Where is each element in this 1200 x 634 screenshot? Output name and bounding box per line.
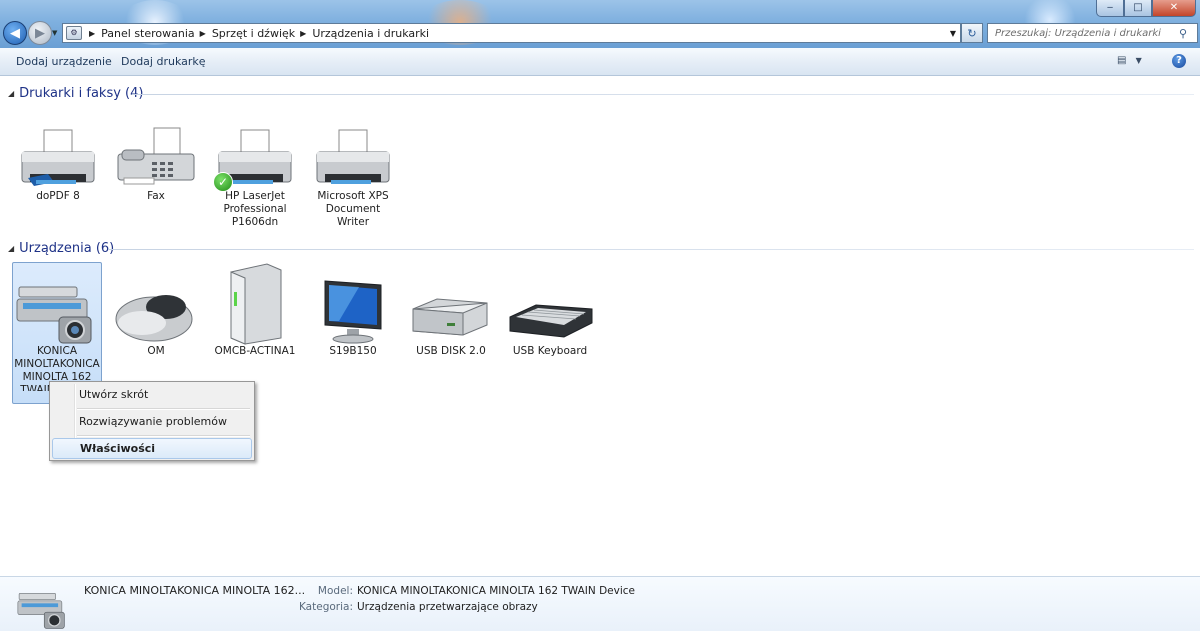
menu-separator xyxy=(77,408,250,410)
details-model-label: Model: xyxy=(317,585,353,597)
usb-drive-icon xyxy=(407,277,495,347)
details-pane: KONICA MINOLTAKONICA MINOLTA 162... Mode… xyxy=(0,576,1200,631)
scanner-icon xyxy=(14,587,72,634)
device-item-monitor[interactable]: S19B150 xyxy=(309,277,397,358)
group-header-printers[interactable]: ◢ Drukarki i faksy (4) xyxy=(8,86,143,101)
address-bar[interactable]: ⚙ ▶ Panel sterowania ▶ Sprzęt i dźwięk ▶ U… xyxy=(62,23,961,43)
menu-item-troubleshoot[interactable]: Rozwiązywanie problemów xyxy=(52,411,250,432)
refresh-button[interactable]: ↻ xyxy=(961,23,983,43)
device-item-mouse[interactable]: OM xyxy=(112,277,200,358)
view-options-button[interactable]: ▤ ▼ xyxy=(1117,55,1142,66)
device-item-usb-disk[interactable]: USB DISK 2.0 xyxy=(407,277,495,358)
back-arrow-icon: ◀ xyxy=(10,25,20,41)
monitor-icon xyxy=(309,277,397,347)
minimize-button[interactable]: ‒ xyxy=(1096,0,1124,17)
view-icon: ▤ xyxy=(1117,55,1127,66)
device-label: Microsoft XPS Document Writer xyxy=(317,190,389,228)
keyboard-icon xyxy=(506,277,594,347)
printer-icon xyxy=(309,122,397,192)
collapse-icon[interactable]: ◢ xyxy=(8,244,14,253)
device-item-hp-laserjet[interactable]: ✓ HP LaserJet Professional P1606dn xyxy=(211,122,299,229)
menu-separator xyxy=(77,435,250,437)
refresh-icon: ↻ xyxy=(967,26,977,40)
group-divider xyxy=(132,94,1194,95)
details-device-name: KONICA MINOLTAKONICA MINOLTA 162... xyxy=(84,584,306,597)
search-icon[interactable]: ⚲ xyxy=(1179,27,1187,40)
group-divider xyxy=(108,249,1194,250)
collapse-icon[interactable]: ◢ xyxy=(8,89,14,98)
menu-item-create-shortcut[interactable]: Utwórz skrót xyxy=(52,384,250,405)
default-printer-check-icon: ✓ xyxy=(213,172,233,192)
help-button[interactable]: ? xyxy=(1172,54,1186,68)
group-header-devices[interactable]: ◢ Urządzenia (6) xyxy=(8,241,114,256)
chevron-down-icon: ▼ xyxy=(1135,56,1142,65)
breadcrumb-item[interactable]: Sprzęt i dźwięk ▶ xyxy=(212,27,313,40)
forward-button[interactable]: ▶ xyxy=(28,21,52,45)
breadcrumb-item[interactable]: Urządzenia i drukarki xyxy=(312,27,429,40)
command-bar: Dodaj urządzenie Dodaj drukarkę ▤ ▼ ? xyxy=(0,48,1200,76)
forward-arrow-icon: ▶ xyxy=(35,25,45,41)
maximize-button[interactable]: □ xyxy=(1124,0,1152,17)
window-titlebar: ‒ □ ✕ ◀ ▶ ▼ ⚙ ▶ Panel sterowania ▶ Sprzęt… xyxy=(0,0,1200,48)
device-item-keyboard[interactable]: USB Keyboard xyxy=(506,277,594,358)
device-item-computer[interactable]: OMCB-ACTINA1 xyxy=(211,262,299,358)
device-item-fax[interactable]: Fax xyxy=(112,122,200,203)
breadcrumb-item[interactable]: Panel sterowania ▶ xyxy=(101,27,212,40)
menu-item-properties[interactable]: Właściwości xyxy=(52,438,252,459)
device-item-xps-writer[interactable]: Microsoft XPS Document Writer xyxy=(309,122,397,229)
address-dropdown-icon[interactable]: ▼ xyxy=(946,29,960,38)
close-button[interactable]: ✕ xyxy=(1152,0,1196,17)
control-panel-icon: ⚙ xyxy=(66,26,82,40)
breadcrumb-arrow-icon[interactable]: ▶ xyxy=(84,29,101,38)
details-category-label: Kategoria: xyxy=(298,601,353,613)
details-category-value: Urządzenia przetwarzające obrazy xyxy=(357,601,538,613)
details-model-value: KONICA MINOLTAKONICA MINOLTA 162 TWAIN D… xyxy=(357,585,635,597)
window-controls: ‒ □ ✕ xyxy=(1096,0,1196,17)
add-device-button[interactable]: Dodaj urządzenie xyxy=(16,55,112,68)
fax-icon xyxy=(112,122,200,192)
recent-pages-dropdown[interactable]: ▼ xyxy=(52,29,57,37)
search-box[interactable]: ⚲ xyxy=(987,23,1198,43)
search-input[interactable] xyxy=(993,26,1177,40)
printer-icon xyxy=(14,122,102,192)
context-menu: Utwórz skrót Rozwiązywanie problemów Wła… xyxy=(49,381,255,461)
device-label: HP LaserJet Professional P1606dn xyxy=(223,190,287,228)
printer-icon: ✓ xyxy=(211,122,299,192)
add-printer-button[interactable]: Dodaj drukarkę xyxy=(121,55,206,68)
mouse-icon xyxy=(112,277,200,347)
device-item-dopdf[interactable]: doPDF 8 xyxy=(14,122,102,203)
scanner-icon xyxy=(13,277,101,347)
back-button[interactable]: ◀ xyxy=(3,21,27,45)
computer-tower-icon xyxy=(211,262,299,347)
